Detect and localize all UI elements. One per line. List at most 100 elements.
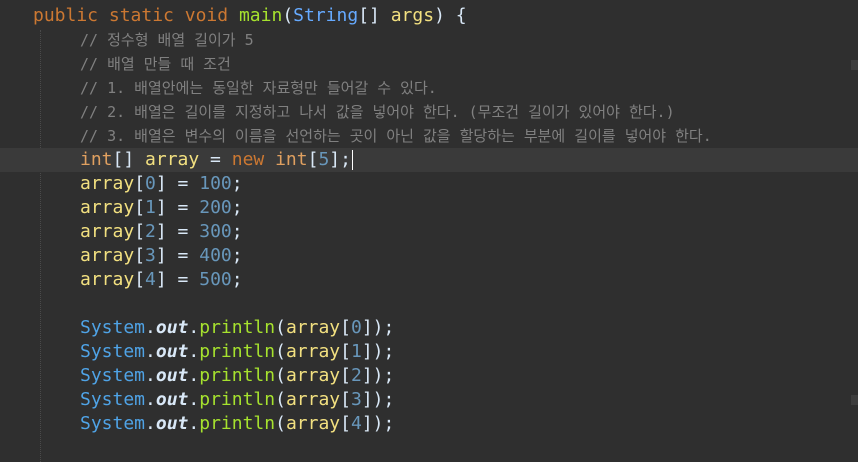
line-content: array[1] = 200; [80,196,243,220]
code-token: = [199,149,232,170]
code-token: . [188,389,200,410]
code-token: ]); [361,413,395,434]
code-token: . [145,341,156,362]
code-token: [ [307,149,319,170]
code-token: [ [340,413,351,434]
code-token: 2 [350,365,362,386]
code-token: array [80,269,135,290]
code-token: ] = [155,173,200,194]
code-token: int [275,149,308,170]
code-token: [ [340,365,351,386]
code-token: void [184,5,229,26]
line-content: System.out.println(array[4]); [80,412,394,436]
code-token: ] = [155,245,200,266]
code-token: out [155,365,189,386]
comment-text: // 정수형 배열 길이가 5 [80,31,254,49]
code-token: [ [340,389,351,410]
code-token: 100 [199,173,232,194]
line-content: // 3. 배열은 변수의 이름을 선언하는 곳이 아닌 값을 할당하는 부분에… [80,124,712,148]
code-token: println [199,341,276,362]
code-token: [ [134,245,146,266]
line-content: System.out.println(array[3]); [80,388,394,412]
code-token: System [80,413,146,434]
indent-guide [40,30,41,462]
code-token: 4 [145,269,156,290]
code-token: String [293,5,359,26]
code-token: System [80,317,146,338]
code-token: ( [275,317,286,338]
line-content: System.out.println(array[0]); [80,316,394,340]
code-token: println [199,389,276,410]
code-token: ( [275,389,286,410]
comment-text: // 배열 만들 때 조건 [80,55,231,73]
code-token: ) { [434,5,467,26]
code-line: int[] array = new int[5]; [0,148,858,172]
code-token: ] = [155,221,200,242]
code-token: int [80,149,113,170]
code-token: array [145,149,200,170]
code-token: ( [275,365,286,386]
code-token: . [145,317,156,338]
code-token: . [188,365,200,386]
code-token: [ [134,173,146,194]
code-token: out [155,413,189,434]
code-token: System [80,389,146,410]
code-token: new [231,149,265,170]
code-token: 0 [145,173,156,194]
line-content: array[4] = 500; [80,268,243,292]
code-token: 4 [350,413,362,434]
code-token: 0 [350,317,362,338]
code-token: out [155,341,189,362]
code-token: [ [340,341,351,362]
code-token: 1 [350,341,362,362]
code-token: 1 [145,197,156,218]
code-token: array [80,245,135,266]
code-token: ]); [361,365,395,386]
code-token: . [145,413,156,434]
code-token: println [199,317,276,338]
code-token: out [155,317,189,338]
line-content: int[] array = new int[5]; [80,148,353,172]
code-token: System [80,341,146,362]
code-token: public [33,5,99,26]
code-token: ( [282,5,294,26]
code-token: ( [275,413,286,434]
code-token: array [80,197,135,218]
code-token: println [199,413,276,434]
code-token: ]); [361,389,395,410]
code-token: ] = [155,269,200,290]
code-editor[interactable]: public static void main(String[] args) {… [0,0,858,462]
line-content: array[2] = 300; [80,220,243,244]
code-token: out [155,389,189,410]
code-token: ]; [329,149,351,170]
code-token: [ [134,221,146,242]
code-token: array [80,173,135,194]
code-token: array [285,413,341,434]
code-token: main [238,5,283,26]
line-content: array[0] = 100; [80,172,243,196]
code-token: . [188,317,200,338]
line-content: array[3] = 400; [80,244,243,268]
code-token: ; [231,221,243,242]
code-token: ] = [155,197,200,218]
code-token: array [80,221,135,242]
code-token: 500 [199,269,232,290]
code-token: [ [340,317,351,338]
code-token: [ [134,197,146,218]
comment-text: // 1. 배열안에는 동일한 자료형만 들어갈 수 있다. [80,79,437,97]
code-token: array [285,317,341,338]
code-token: println [199,365,276,386]
code-token: array [285,365,341,386]
code-token: ; [231,197,243,218]
code-token: . [145,365,156,386]
code-token: ; [231,173,243,194]
line-content: // 1. 배열안에는 동일한 자료형만 들어갈 수 있다. [80,76,437,100]
code-token: . [188,413,200,434]
code-token: 200 [199,197,232,218]
comment-text: // 3. 배열은 변수의 이름을 선언하는 곳이 아닌 값을 할당하는 부분에… [80,127,712,145]
text-caret [351,150,353,170]
code-token: [] [358,5,391,26]
code-token: . [145,389,156,410]
